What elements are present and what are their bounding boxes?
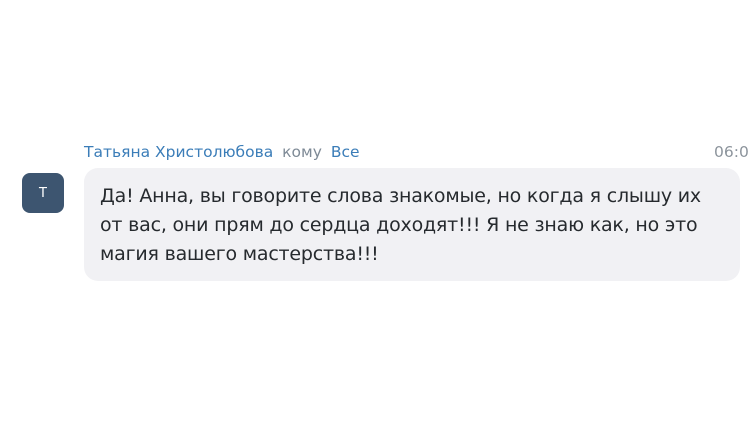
recipient-prefix: кому: [282, 143, 322, 161]
recipient-link[interactable]: Все: [331, 143, 360, 161]
message-text: Да! Анна, вы говорите слова знакомые, но…: [100, 185, 701, 265]
sender-name-link[interactable]: Татьяна Христолюбова: [84, 143, 273, 161]
message-bubble: Да! Анна, вы говорите слова знакомые, но…: [84, 168, 740, 281]
message-timestamp: 06:0: [714, 143, 748, 161]
avatar[interactable]: Т: [22, 173, 64, 213]
chat-message: Татьяна Христолюбова кому Все 06:0 Т Да!…: [0, 0, 748, 426]
message-header: Татьяна Христолюбова кому Все 06:0: [84, 141, 748, 163]
